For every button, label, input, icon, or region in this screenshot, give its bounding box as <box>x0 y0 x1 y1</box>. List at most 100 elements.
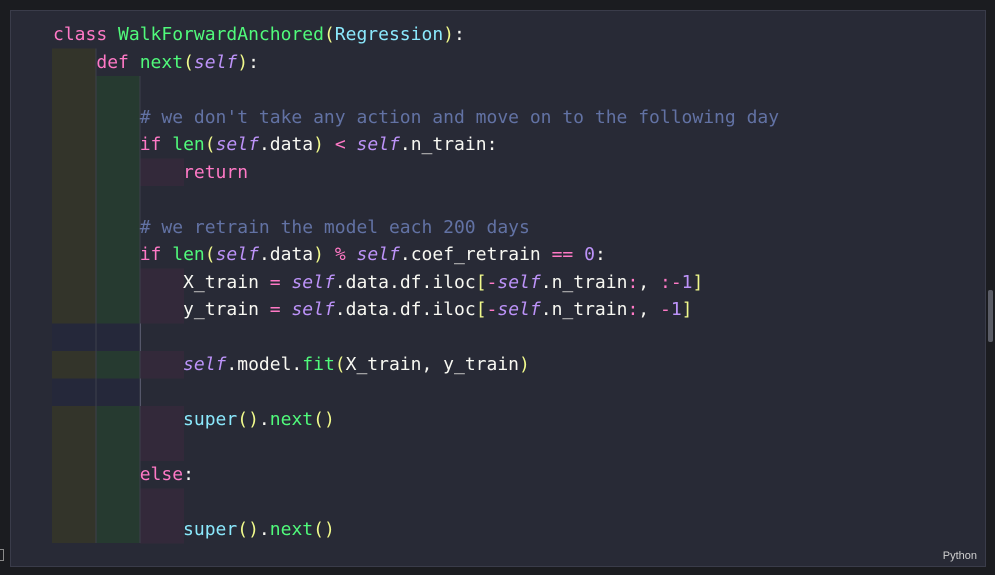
code-line: super().next() <box>53 406 779 434</box>
code-token: self <box>215 244 259 265</box>
code-content[interactable]: class WalkForwardAnchored(Regression): d… <box>53 21 779 544</box>
code-token: : <box>659 271 671 293</box>
code-token: class <box>53 24 108 45</box>
code-token: == <box>551 244 574 265</box>
code-token: , <box>638 299 660 320</box>
code-token: ( <box>183 51 194 73</box>
code-token: .n_train: <box>399 134 498 155</box>
code-token: self <box>497 271 541 293</box>
code-token: .data.df.iloc <box>334 271 476 293</box>
code-token: self <box>356 244 400 265</box>
code-line: super().next() <box>53 516 779 544</box>
language-label: Python <box>942 550 977 562</box>
code-token: ( <box>323 24 335 45</box>
code-token: next <box>269 519 314 540</box>
code-token: WalkForwardAnchored <box>118 24 324 45</box>
scrollbar-thumb[interactable] <box>988 290 993 342</box>
code-token: : <box>627 299 639 320</box>
code-token: if <box>139 134 162 155</box>
code-token: super <box>183 409 238 430</box>
code-line: def next(self): <box>53 49 779 77</box>
code-token: , <box>638 271 660 293</box>
code-token: ) <box>313 244 324 265</box>
code-token: - <box>486 271 498 293</box>
code-token: = <box>269 299 281 320</box>
code-token: () <box>237 519 259 540</box>
code-token: super <box>183 519 238 540</box>
code-token: .n_train <box>540 299 628 320</box>
code-token: % <box>334 244 346 265</box>
code-token: : <box>183 464 194 485</box>
code-token: .data <box>258 244 314 265</box>
code-token: ) <box>237 51 249 73</box>
code-line: # we don't take any action and move on t… <box>53 104 779 132</box>
code-token: : <box>627 271 639 293</box>
code-token: ) <box>443 24 454 45</box>
code-token: 1 <box>670 299 682 320</box>
code-token: .model. <box>226 354 303 375</box>
code-token: def <box>96 51 129 73</box>
code-token: X_train, y_train <box>345 354 520 375</box>
code-line: # we retrain the model each 200 days <box>53 214 779 242</box>
code-token: () <box>313 519 335 540</box>
code-line: if len(self.data) < self.n_train: <box>53 131 779 159</box>
code-token: : <box>454 24 465 45</box>
code-token: = <box>269 271 281 293</box>
code-token: self <box>356 134 400 155</box>
code-line: class WalkForwardAnchored(Regression): <box>53 21 779 49</box>
code-token: self <box>497 299 541 320</box>
code-token: .data.df.iloc <box>334 299 476 320</box>
code-token: fit <box>302 354 335 375</box>
code-token: len <box>172 134 205 155</box>
code-token: next <box>269 409 314 430</box>
code-token: if <box>139 244 162 265</box>
code-token: self <box>183 354 227 375</box>
code-block-panel: class WalkForwardAnchored(Regression): d… <box>10 10 986 567</box>
code-token: self <box>193 51 238 73</box>
code-token: return <box>183 161 249 183</box>
code-token: ) <box>313 134 324 155</box>
code-token: . <box>258 409 270 430</box>
code-token: - <box>670 271 682 293</box>
code-line: self.model.fit(X_train, y_train) <box>53 351 779 379</box>
code-token: # we don't take any action and move on t… <box>139 106 780 128</box>
code-token: X_train <box>183 271 270 293</box>
code-token: self <box>215 134 259 155</box>
code-token: ] <box>681 299 693 320</box>
code-token: ( <box>334 354 346 375</box>
code-token: . <box>258 519 270 540</box>
code-token: 0 <box>584 244 595 265</box>
code-line: if len(self.data) % self.coef_retrain ==… <box>53 241 779 269</box>
code-line: else: <box>53 461 779 489</box>
code-token: ( <box>204 244 216 265</box>
code-token: () <box>237 409 259 430</box>
code-token: self <box>291 271 335 293</box>
code-token: # we retrain the model each 200 days <box>139 216 530 238</box>
code-token: y_train <box>183 299 270 320</box>
code-token: [ <box>475 299 487 320</box>
code-token: : <box>594 244 606 265</box>
code-token: - <box>659 299 671 320</box>
code-token: < <box>334 134 346 155</box>
code-token: - <box>486 299 498 320</box>
